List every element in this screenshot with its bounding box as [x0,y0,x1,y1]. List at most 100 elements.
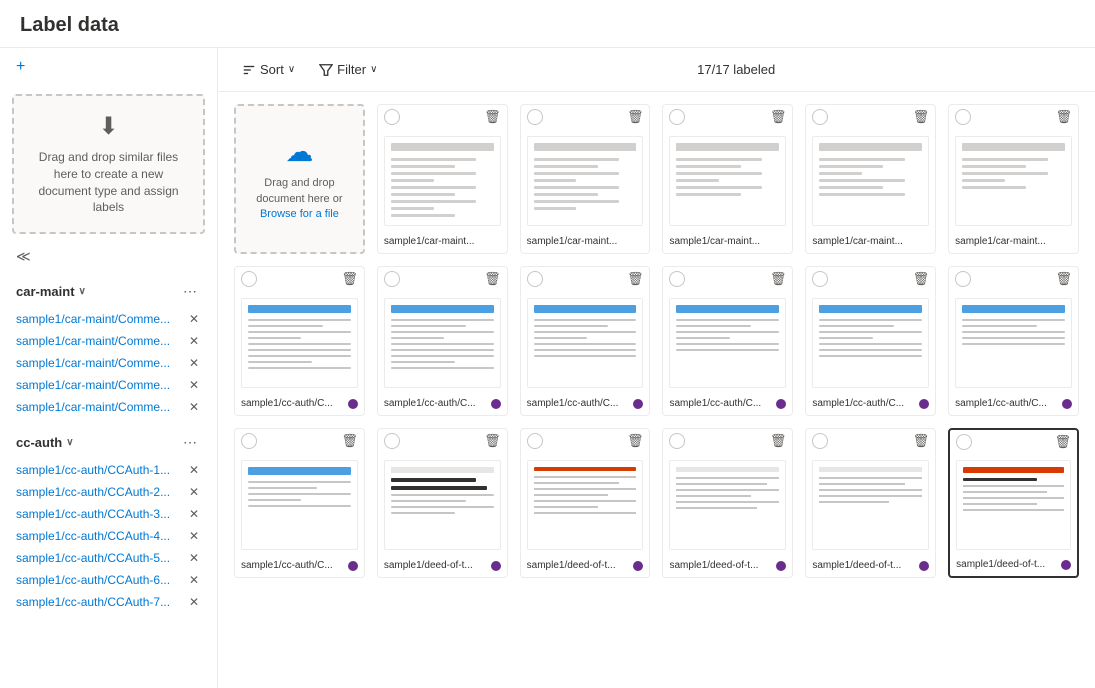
add-label-button[interactable]: + [0,48,217,86]
sidebar-section-header-car-maint[interactable]: car-maint ∨ ⋯ [0,275,217,308]
doc-checkbox[interactable] [384,271,400,287]
remove-item-button[interactable]: ✕ [187,507,201,521]
doc-delete-button[interactable]: 🗑 [913,109,930,125]
list-item[interactable]: sample1/cc-auth/CCAuth-2... ✕ [0,481,217,503]
doc-checkbox[interactable] [241,433,257,449]
doc-delete-button[interactable]: 🗑 [627,109,644,125]
sidebar-section-header-cc-auth[interactable]: cc-auth ∨ ⋯ [0,426,217,459]
remove-item-button[interactable]: ✕ [187,529,201,543]
doc-checkbox[interactable] [955,271,971,287]
doc-delete-button[interactable]: 🗑 [484,109,501,125]
sort-button[interactable]: Sort ∨ [234,58,303,81]
doc-checkbox[interactable] [955,109,971,125]
doc-tile-footer: sample1/cc-auth/C... [949,394,1078,415]
section-menu-button-cc-auth[interactable]: ⋯ [179,432,201,453]
collapse-button[interactable]: ≪ [0,242,217,271]
sidebar-item-label: sample1/cc-auth/CCAuth-6... [16,573,170,587]
doc-checkbox[interactable] [527,271,543,287]
list-item[interactable]: sample1/cc-auth/CCAuth-1... ✕ [0,459,217,481]
list-item[interactable]: sample1/cc-auth/CCAuth-4... ✕ [0,525,217,547]
list-item[interactable]: sample1/cc-auth/CCAuth-5... ✕ [0,547,217,569]
doc-delete-button[interactable]: 🗑 [913,433,930,449]
list-item[interactable]: sample1/car-maint/Comme... ✕ [0,308,217,330]
document-tile[interactable]: 🗑 sample1/cc-auth/C... [948,266,1079,416]
doc-tile-footer: sample1/car-maint... [806,232,935,253]
remove-item-button[interactable]: ✕ [187,356,201,370]
doc-checkbox[interactable] [669,271,685,287]
doc-delete-button[interactable]: 🗑 [913,271,930,287]
upload-tile[interactable]: ☁ Drag and drop document here or Browse … [234,104,365,254]
doc-checkbox[interactable] [527,109,543,125]
document-tile[interactable]: 🗑 [948,104,1079,254]
document-tile[interactable]: 🗑 [805,428,936,578]
document-grid: ☁ Drag and drop document here or Browse … [234,104,1079,578]
doc-delete-button[interactable]: 🗑 [770,433,787,449]
doc-checkbox[interactable] [956,434,972,450]
remove-item-button[interactable]: ✕ [187,485,201,499]
list-item[interactable]: sample1/car-maint/Comme... ✕ [0,330,217,352]
sidebar-item-label: sample1/car-maint/Comme... [16,356,170,370]
doc-checkbox[interactable] [241,271,257,287]
document-tile[interactable]: 🗑 sample1/cc-auth/ [520,266,651,416]
sidebar-item-label: sample1/car-maint/Comme... [16,312,170,326]
browse-link[interactable]: Browse for a file [260,208,339,220]
document-tile[interactable]: 🗑 [805,104,936,254]
remove-item-button[interactable]: ✕ [187,463,201,477]
document-tile[interactable]: 🗑 sample1/cc-auth/C... [234,428,365,578]
list-item[interactable]: sample1/car-maint/Comme... ✕ [0,396,217,418]
doc-delete-button[interactable]: 🗑 [484,433,501,449]
document-tile[interactable]: 🗑 [520,104,651,254]
sort-icon [242,63,256,77]
list-item[interactable]: sample1/cc-auth/CCAuth-3... ✕ [0,503,217,525]
document-tile[interactable]: 🗑 [377,104,508,254]
doc-checkbox[interactable] [669,109,685,125]
doc-checkbox[interactable] [812,109,828,125]
page: Label data + ⬇ Drag and drop similar fil… [0,0,1095,688]
doc-delete-button[interactable]: 🗑 [1055,109,1072,125]
remove-item-button[interactable]: ✕ [187,573,201,587]
doc-checkbox[interactable] [384,433,400,449]
doc-delete-button[interactable]: 🗑 [484,271,501,287]
doc-checkbox[interactable] [669,433,685,449]
remove-item-button[interactable]: ✕ [187,551,201,565]
doc-delete-button[interactable]: 🗑 [341,433,358,449]
doc-checkbox[interactable] [812,433,828,449]
document-tile-selected[interactable]: 🗑 [948,428,1079,578]
doc-delete-button[interactable]: 🗑 [341,271,358,287]
document-tile[interactable]: 🗑 [234,266,365,416]
list-item[interactable]: sample1/cc-auth/CCAuth-7... ✕ [0,591,217,613]
doc-tile-footer: sample1/deed-of-t... [663,556,792,577]
sidebar-section-cc-auth: cc-auth ∨ ⋯ sample1/cc-auth/CCAuth-1... … [0,422,217,617]
document-tile[interactable]: 🗑 [662,104,793,254]
doc-delete-button[interactable]: 🗑 [770,271,787,287]
section-menu-button-car-maint[interactable]: ⋯ [179,281,201,302]
document-tile[interactable]: 🗑 [662,428,793,578]
doc-delete-button[interactable]: 🗑 [770,109,787,125]
remove-item-button[interactable]: ✕ [187,334,201,348]
remove-item-button[interactable]: ✕ [187,595,201,609]
doc-delete-button[interactable]: 🗑 [1054,434,1071,450]
sidebar-drag-drop-area[interactable]: ⬇ Drag and drop similar files here to cr… [12,94,205,234]
document-tile[interactable]: 🗑 [377,428,508,578]
doc-tile-footer: sample1/car-maint... [378,232,507,253]
doc-checkbox[interactable] [527,433,543,449]
doc-delete-button[interactable]: 🗑 [1055,271,1072,287]
list-item[interactable]: sample1/car-maint/Comme... ✕ [0,352,217,374]
remove-item-button[interactable]: ✕ [187,312,201,326]
document-tile[interactable]: 🗑 sample1/cc-auth/C... [662,266,793,416]
doc-delete-button[interactable]: 🗑 [627,433,644,449]
document-tile[interactable]: 🗑 [520,428,651,578]
doc-tile-header: 🗑 [949,267,1078,291]
list-item[interactable]: sample1/car-maint/Comme... ✕ [0,374,217,396]
remove-item-button[interactable]: ✕ [187,378,201,392]
filter-button[interactable]: Filter ∨ [311,58,385,81]
sidebar-item-label: sample1/cc-auth/CCAuth-2... [16,485,170,499]
doc-checkbox[interactable] [812,271,828,287]
doc-preview-image [955,298,1072,388]
doc-delete-button[interactable]: 🗑 [627,271,644,287]
document-tile[interactable]: 🗑 [377,266,508,416]
remove-item-button[interactable]: ✕ [187,400,201,414]
doc-checkbox[interactable] [384,109,400,125]
list-item[interactable]: sample1/cc-auth/CCAuth-6... ✕ [0,569,217,591]
document-tile[interactable]: 🗑 sample1/cc-auth/ [805,266,936,416]
